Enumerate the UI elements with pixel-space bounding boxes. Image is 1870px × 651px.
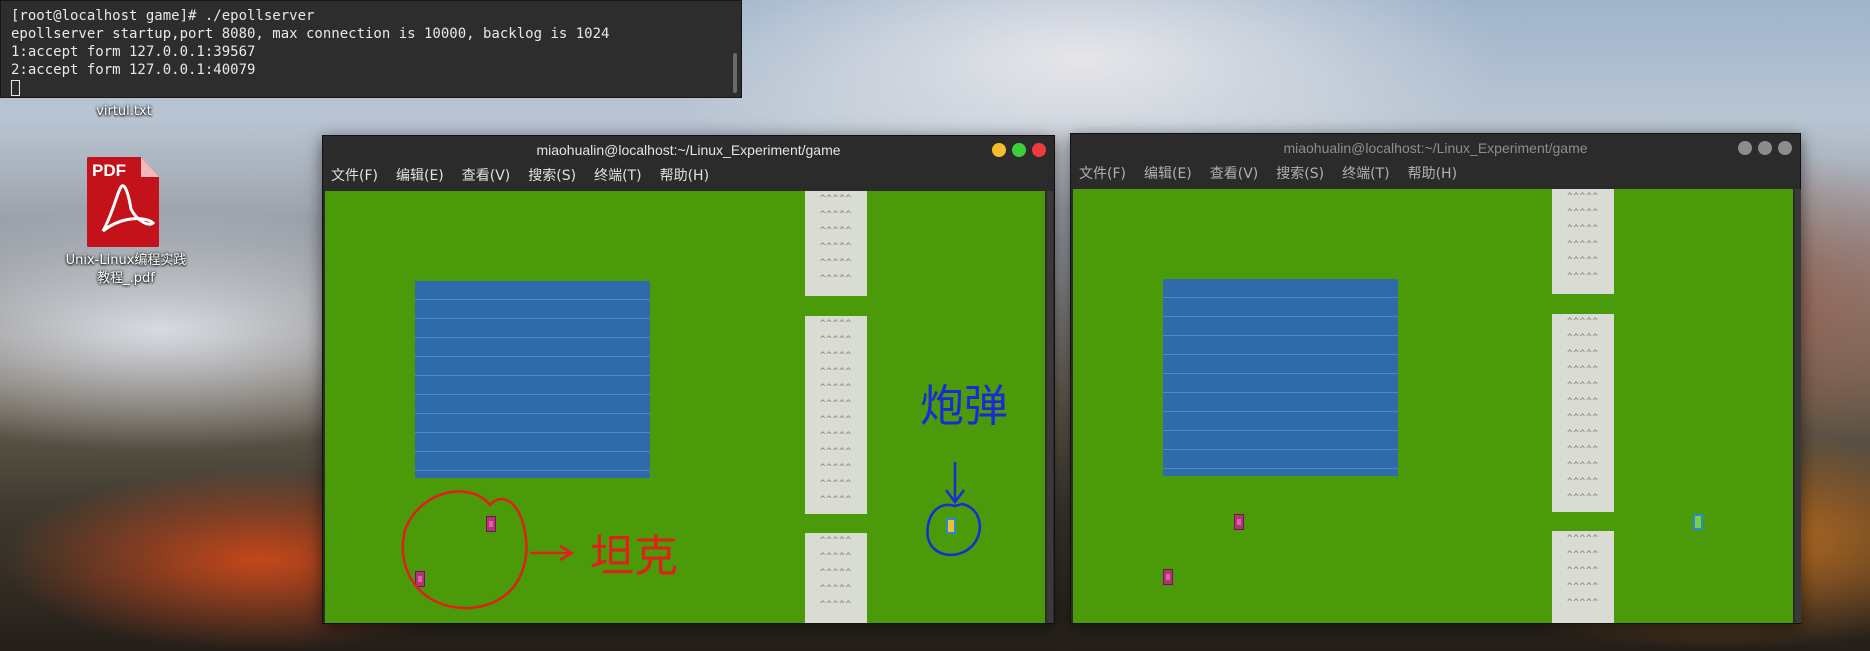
tank (486, 516, 496, 532)
window-titlebar[interactable]: miaohualin@localhost:~/Linux_Experiment/… (323, 136, 1054, 164)
window-title: miaohualin@localhost:~/Linux_Experiment/… (536, 142, 841, 158)
menu-terminal[interactable]: 终端(T) (594, 164, 641, 188)
menu-edit[interactable]: 编辑(E) (1144, 162, 1192, 186)
game-field: ^^^^^ ^^^^^ ^^^^^ ^^^^^ ^^^^^ ^^^^^ ^^^^^ ^^^^… (1073, 189, 1793, 623)
menu-file[interactable]: 文件(F) (331, 164, 378, 188)
window-title: miaohualin@localhost:~/Linux_Experiment/… (1283, 140, 1588, 156)
terminal-scrollbar[interactable] (733, 53, 737, 93)
terminal-cursor (11, 80, 20, 96)
acrobat-logo-icon (101, 184, 156, 233)
bullet (1693, 514, 1703, 530)
menu-search[interactable]: 搜索(S) (528, 164, 576, 188)
game-window-right[interactable]: miaohualin@localhost:~/Linux_Experiment/… (1070, 133, 1801, 624)
minimize-button[interactable] (1738, 141, 1752, 155)
water-block (1163, 279, 1398, 476)
menu-help[interactable]: 帮助(H) (1408, 162, 1457, 186)
desktop-file-virtul-txt[interactable]: virtul.txt (84, 103, 164, 121)
pdf-file-icon[interactable]: PDF (87, 157, 159, 247)
tank (415, 571, 425, 587)
close-button[interactable] (1778, 141, 1792, 155)
pdf-filename-line2: 教程_.pdf (97, 271, 155, 286)
wall-block: ^^^^^ ^^^^^ ^^^^^ ^^^^^ ^^^^^ ^^^^^ ^^^^^ ^^^^^… (1552, 314, 1614, 512)
maximize-button[interactable] (1758, 141, 1772, 155)
menu-bar: 文件(F) 编辑(E) 查看(V) 搜索(S) 终端(T) 帮助(H) (323, 164, 1054, 188)
wall-block: ^^^^^ ^^^^^ ^^^^^ ^^^^^ ^^^^^ ^^^^^ ^^^^^ ^^^^^… (805, 316, 867, 514)
game-field: ^^^^^ ^^^^^ ^^^^^ ^^^^^ ^^^^^ ^^^^^ ^^^^^ ^^^^… (325, 191, 1045, 623)
menu-edit[interactable]: 编辑(E) (396, 164, 444, 188)
bullet (946, 518, 956, 534)
minimize-button[interactable] (992, 143, 1006, 157)
game-window-left[interactable]: miaohualin@localhost:~/Linux_Experiment/… (322, 135, 1055, 624)
menu-view[interactable]: 查看(V) (462, 164, 511, 188)
menu-help[interactable]: 帮助(H) (660, 164, 709, 188)
terminal-line: epollserver startup,port 8080, max conne… (11, 26, 610, 42)
desktop-file-pdf[interactable]: Unix-Linux编程实践 教程_.pdf (46, 252, 206, 288)
tank (1234, 514, 1244, 530)
close-button[interactable] (1032, 143, 1046, 157)
wall-block: ^^^^^ ^^^^^ ^^^^^ ^^^^^ ^^^^^ ^^^^^ (1552, 189, 1614, 294)
terminal-line: 1:accept form 127.0.0.1:39567 (11, 44, 256, 60)
terminal-line: 2:accept form 127.0.0.1:40079 (11, 62, 256, 78)
menu-terminal[interactable]: 终端(T) (1342, 162, 1389, 186)
window-scrollbar[interactable] (1047, 191, 1053, 623)
menu-file[interactable]: 文件(F) (1079, 162, 1126, 186)
window-scrollbar[interactable] (1795, 189, 1801, 623)
pdf-filename-line1: Unix-Linux编程实践 (65, 253, 187, 268)
menu-bar: 文件(F) 编辑(E) 查看(V) 搜索(S) 终端(T) 帮助(H) (1071, 162, 1800, 186)
water-block (415, 281, 650, 478)
wall-block: ^^^^^ ^^^^^ ^^^^^ ^^^^^ ^^^^^ ^^^^^ (805, 191, 867, 296)
wall-block: ^^^^^ ^^^^^ ^^^^^ ^^^^^ ^^^^^ (1552, 531, 1614, 623)
wall-block: ^^^^^ ^^^^^ ^^^^^ ^^^^^ ^^^^^ (805, 533, 867, 623)
maximize-button[interactable] (1012, 143, 1026, 157)
menu-search[interactable]: 搜索(S) (1276, 162, 1324, 186)
terminal-window[interactable]: [root@localhost game]# ./epollserver epo… (0, 0, 742, 98)
menu-view[interactable]: 查看(V) (1210, 162, 1259, 186)
window-titlebar[interactable]: miaohualin@localhost:~/Linux_Experiment/… (1071, 134, 1800, 162)
terminal-line: [root@localhost game]# ./epollserver (11, 8, 315, 24)
tank (1163, 569, 1173, 585)
